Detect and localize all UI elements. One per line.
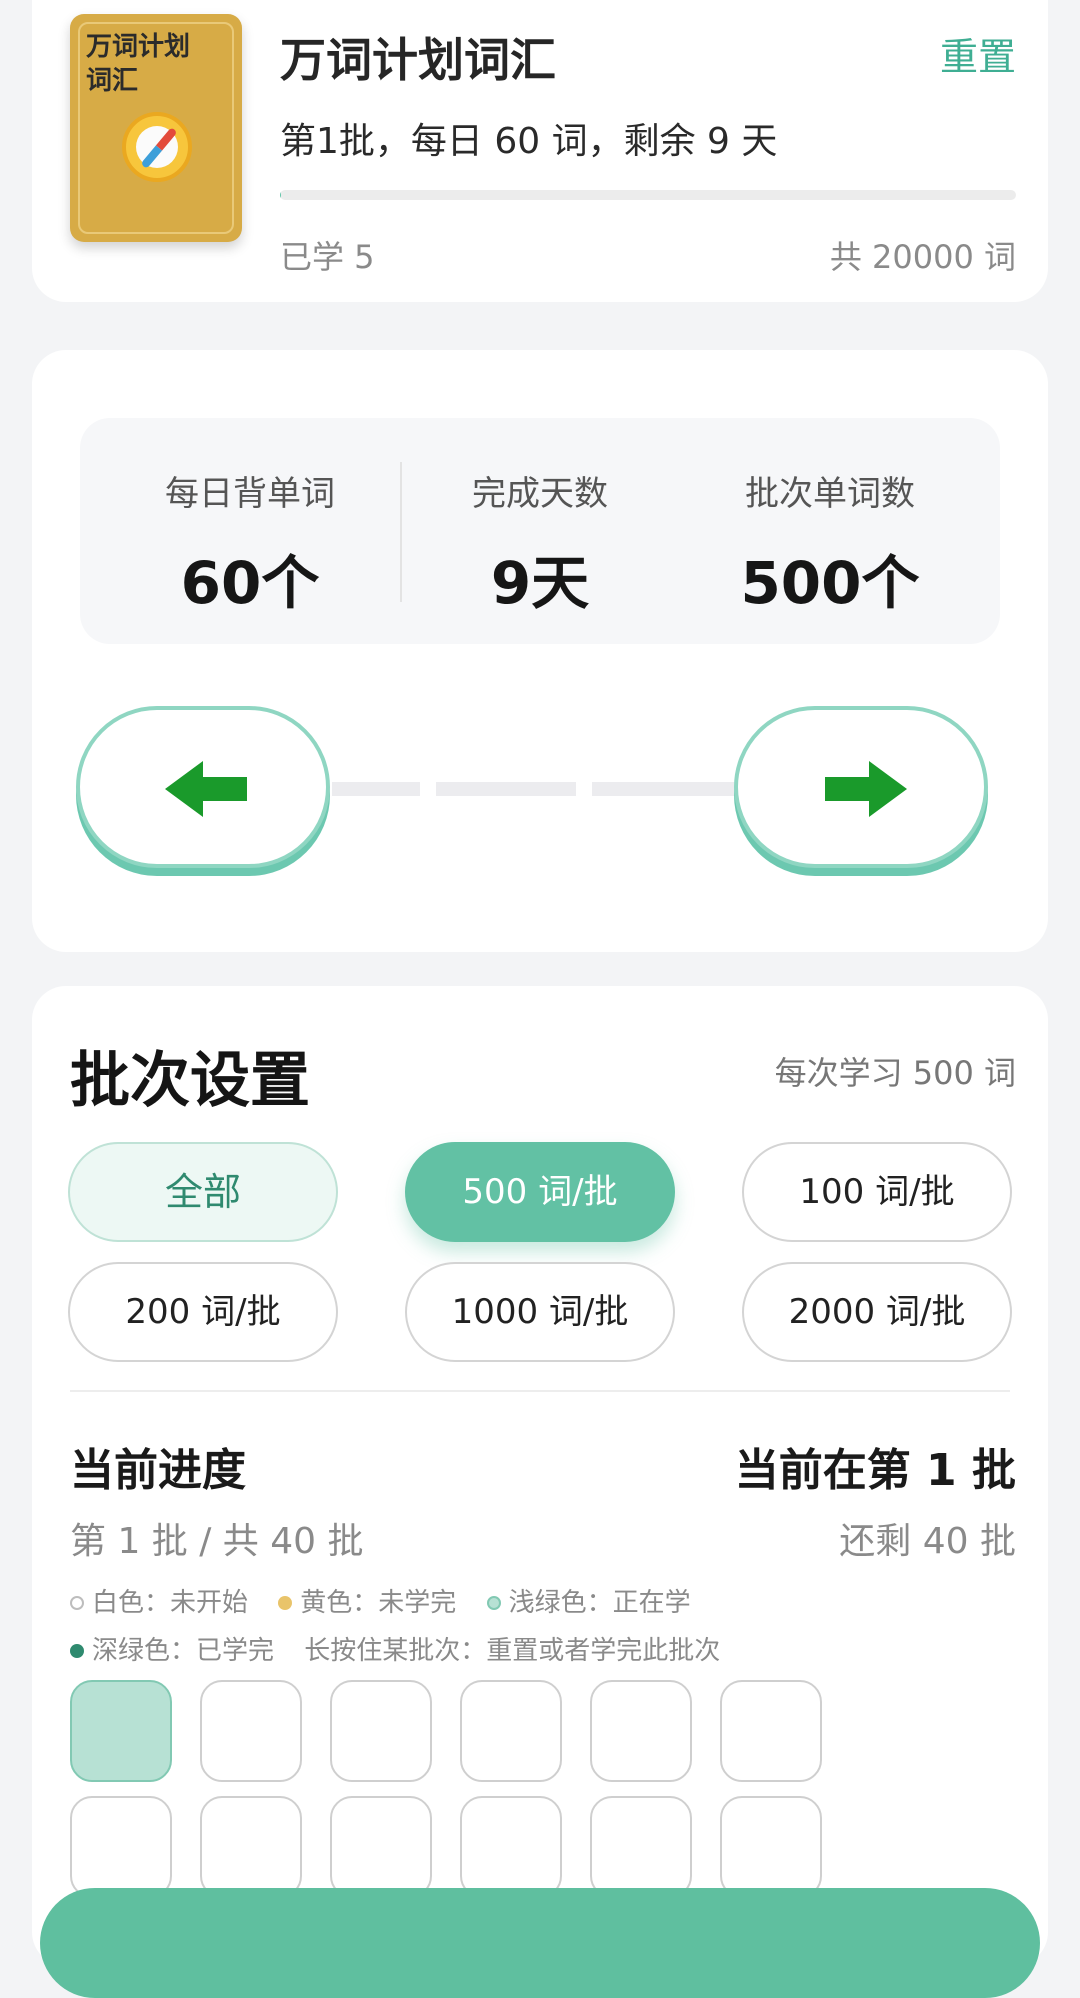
- batch-cell[interactable]: [330, 1680, 432, 1782]
- chip-1000[interactable]: 1000 词/批: [405, 1262, 675, 1362]
- batch-cell[interactable]: [70, 1796, 172, 1898]
- learned-count: 已学 5: [280, 232, 375, 278]
- batch-cell[interactable]: [460, 1680, 562, 1782]
- batch-cell[interactable]: [720, 1796, 822, 1898]
- book-progress-bar: [280, 190, 1016, 200]
- chip-500[interactable]: 500 词/批: [405, 1142, 675, 1242]
- chip-100[interactable]: 100 词/批: [742, 1142, 1012, 1242]
- long-press-hint: 长按住某批次：重置或者学完此批次: [304, 1636, 720, 1666]
- cover-title: 万词计划词汇: [86, 30, 226, 98]
- chip-all[interactable]: 全部: [68, 1142, 338, 1242]
- book-title: 万词计划词汇: [280, 24, 556, 90]
- increase-button[interactable]: [734, 706, 988, 868]
- stats-panel: 每日背单词 60个 完成天数 9天 批次单词数 500个: [80, 418, 1000, 644]
- batch-cell[interactable]: [460, 1796, 562, 1898]
- batch-cell[interactable]: [590, 1680, 692, 1782]
- batch-settings-title: 批次设置: [70, 1032, 310, 1119]
- batch-cell[interactable]: [590, 1796, 692, 1898]
- book-card: 万词计划词汇 万词计划词汇 重置 第1批，每日 60 词，剩余 9 天 已学 5…: [32, 0, 1048, 302]
- stat-label: 完成天数: [390, 466, 690, 515]
- progress-title: 当前进度: [70, 1434, 246, 1498]
- book-cover[interactable]: 万词计划词汇: [70, 14, 242, 242]
- plan-stats-card: 每日背单词 60个 完成天数 9天 批次单词数 500个: [32, 350, 1048, 952]
- stat-label: 每日背单词: [100, 466, 400, 515]
- stat-value: 500个: [680, 536, 980, 620]
- current-batch: 当前在第 1 批: [735, 1434, 1016, 1498]
- remaining-batches: 还剩 40 批: [839, 1512, 1016, 1564]
- batch-count: 第 1 批 / 共 40 批: [70, 1512, 364, 1564]
- batch-cell[interactable]: [70, 1680, 172, 1782]
- stat-label: 批次单词数: [680, 466, 980, 515]
- adjust-slider-track[interactable]: [332, 782, 752, 796]
- arrow-left-icon: [163, 757, 251, 821]
- batch-cell[interactable]: [200, 1680, 302, 1782]
- compass-icon: [122, 112, 192, 182]
- stat-batch-words: 批次单词数 500个: [680, 418, 980, 644]
- stat-value: 9天: [390, 536, 690, 620]
- arrow-right-icon: [821, 757, 909, 821]
- stat-days: 完成天数 9天: [390, 418, 690, 644]
- batch-settings-card: 批次设置 每次学习 500 词 全部 500 词/批 100 词/批 200 词…: [32, 986, 1048, 1966]
- reset-button[interactable]: 重置: [940, 26, 1016, 81]
- divider: [70, 1390, 1010, 1392]
- stat-daily-words: 每日背单词 60个: [100, 418, 400, 644]
- legend-row-2: 深绿色：已学完 长按住某批次：重置或者学完此批次: [70, 1630, 720, 1667]
- chip-2000[interactable]: 2000 词/批: [742, 1262, 1012, 1362]
- chip-200[interactable]: 200 词/批: [68, 1262, 338, 1362]
- legend-white: 白色：未开始: [70, 1588, 248, 1618]
- decrease-button[interactable]: [76, 706, 330, 868]
- start-learning-button[interactable]: [40, 1888, 1040, 1998]
- legend-lightgreen: 浅绿色：正在学: [487, 1588, 691, 1618]
- batch-cell[interactable]: [200, 1796, 302, 1898]
- compass-needle: [141, 127, 178, 169]
- batch-cell[interactable]: [330, 1796, 432, 1898]
- legend-darkgreen: 深绿色：已学完: [70, 1636, 274, 1666]
- batch-cell[interactable]: [720, 1680, 822, 1782]
- total-count: 共 20000 词: [830, 232, 1016, 278]
- batch-size-note: 每次学习 500 词: [775, 1048, 1016, 1094]
- stat-value: 60个: [100, 536, 400, 620]
- legend-row-1: 白色：未开始 黄色：未学完 浅绿色：正在学: [70, 1582, 713, 1619]
- legend-yellow: 黄色：未学完: [278, 1588, 456, 1618]
- plan-summary: 第1批，每日 60 词，剩余 9 天: [280, 112, 777, 164]
